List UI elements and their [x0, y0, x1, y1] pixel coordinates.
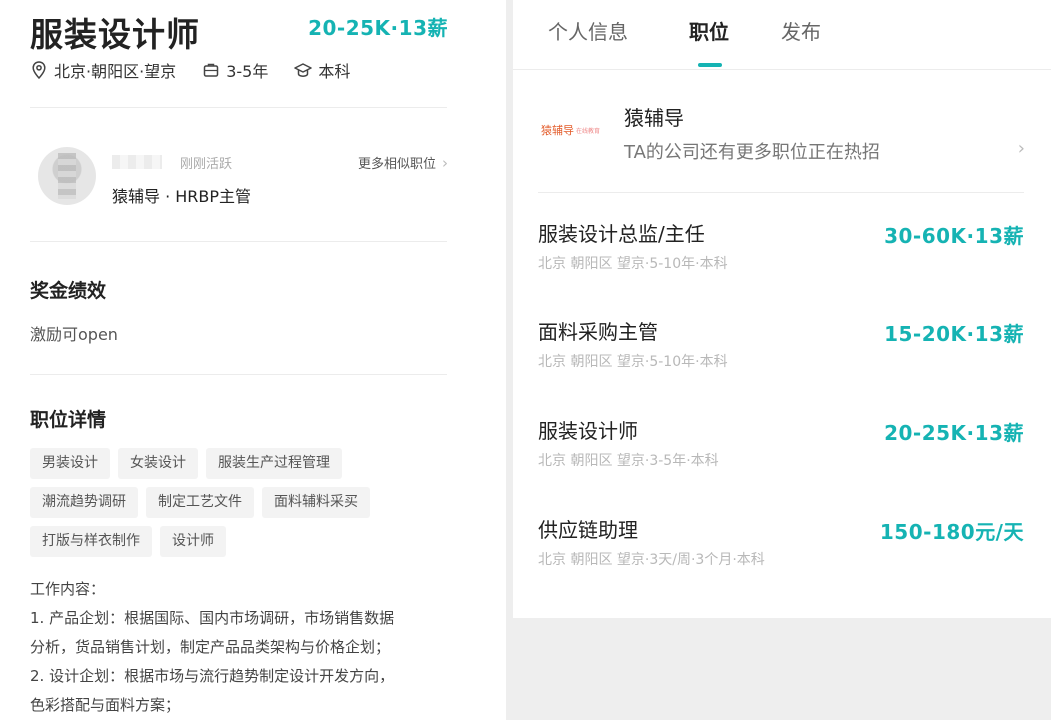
job-meta: 北京 朝阳区 望京·3天/周·3个月·本科	[538, 552, 765, 568]
tab-personal-info[interactable]: 个人信息	[548, 16, 628, 45]
chevron-right-icon: ›	[1017, 138, 1025, 159]
active-tab-indicator	[698, 63, 722, 67]
divider	[30, 107, 447, 108]
job-salary: 20-25K·13薪	[884, 421, 1024, 445]
job-meta: 北京 朝阳区 望京·3-5年·本科	[538, 453, 719, 469]
recruiter-company-role: 猿辅导 · HRBP主管	[112, 187, 252, 206]
job-name: 供应链助理	[538, 518, 638, 542]
location-text: 北京·朝阳区·望京	[54, 62, 177, 81]
divider	[30, 241, 447, 242]
bonus-text: 激励可open	[30, 325, 118, 344]
job-details-title: 职位详情	[30, 409, 107, 431]
job-list-item[interactable]: 面料采购主管 15-20K·13薪 北京 朝阳区 望京·5-10年·本科	[538, 316, 1024, 386]
profile-tabs: 个人信息 职位 发布	[513, 0, 1051, 70]
skill-tags: 男装设计 女装设计 服装生产过程管理 潮流趋势调研 制定工艺文件 面料辅料采买 …	[30, 448, 450, 557]
job-title: 服装设计师	[30, 15, 200, 54]
skill-tag: 潮流趋势调研	[30, 487, 138, 518]
job-list-item[interactable]: 供应链助理 150-180元/天 北京 朝阳区 望京·3天/周·3个月·本科	[538, 514, 1024, 584]
job-list-item[interactable]: 服装设计师 20-25K·13薪 北京 朝阳区 望京·3-5年·本科	[538, 415, 1024, 485]
recruiter-active-status: 刚刚活跃	[180, 157, 233, 172]
skill-tag: 面料辅料采买	[262, 487, 370, 518]
company-name: 猿辅导	[624, 106, 684, 130]
job-name: 服装设计师	[538, 419, 638, 443]
tab-posts[interactable]: 发布	[781, 16, 821, 45]
company-description: TA的公司还有更多职位正在热招	[624, 142, 880, 163]
skill-tag: 设计师	[160, 526, 226, 557]
skill-tag: 服装生产过程管理	[206, 448, 342, 479]
bonus-section-title: 奖金绩效	[30, 280, 107, 302]
job-name: 面料采购主管	[538, 320, 658, 344]
job-meta: 北京 朝阳区 望京·5-10年·本科	[538, 256, 728, 272]
job-meta: 北京 朝阳区 望京·5-10年·本科	[538, 354, 728, 370]
tab-jobs[interactable]: 职位	[689, 16, 729, 45]
job-meta-row: 北京·朝阳区·望京 3-5年 本科	[30, 58, 376, 82]
skill-tag: 制定工艺文件	[146, 487, 254, 518]
more-similar-jobs-label: 更多相似职位	[357, 157, 436, 172]
job-salary: 30-60K·13薪	[884, 224, 1024, 248]
skill-tag: 男装设计	[30, 448, 110, 479]
description-line: 1. 产品企划：根据国际、国内市场调研，市场销售数据	[30, 609, 395, 627]
description-line: 分析，货品销售计划，制定产品品类架构与价格企划；	[30, 638, 391, 656]
recruiter-profile-pane: 个人信息 职位 发布 猿辅导 在线教育 猿辅导 TA的公司还有更多职位正在热招 ›…	[513, 0, 1051, 618]
experience-text: 3-5年	[226, 62, 269, 81]
skill-tag: 打版与样衣制作	[30, 526, 152, 557]
salary: 20-25K·13薪	[308, 16, 448, 40]
more-similar-jobs-link[interactable]: 更多相似职位 ›	[357, 153, 448, 173]
job-salary: 15-20K·13薪	[884, 322, 1024, 346]
divider	[30, 374, 447, 375]
description-line: 色彩搭配与面料方案；	[30, 696, 181, 714]
job-salary: 150-180元/天	[879, 520, 1024, 544]
job-detail-pane: 服装设计师 20-25K·13薪 北京·朝阳区·望京 3-5年 本科 刚刚活跃 …	[0, 0, 506, 720]
description-line: 2. 设计企划：根据市场与流行趋势制定设计开发方向，	[30, 667, 395, 685]
location-pin-icon	[30, 61, 48, 79]
divider	[538, 192, 1024, 193]
graduation-cap-icon	[294, 61, 313, 79]
briefcase-icon	[202, 61, 220, 79]
recruiter-avatar[interactable]	[38, 147, 96, 205]
job-name: 服装设计总监/主任	[538, 222, 705, 246]
job-list-item[interactable]: 服装设计总监/主任 30-60K·13薪 北京 朝阳区 望京·5-10年·本科	[538, 218, 1024, 288]
description-heading: 工作内容：	[30, 580, 106, 598]
chevron-right-icon: ›	[442, 153, 448, 172]
skill-tag: 女装设计	[118, 448, 198, 479]
recruiter-name-blurred	[112, 155, 162, 169]
company-logo: 猿辅导 在线教育	[541, 124, 601, 137]
job-description: 工作内容： 1. 产品企划：根据国际、国内市场调研，市场销售数据 分析，货品销售…	[30, 575, 460, 720]
education-text: 本科	[318, 62, 351, 81]
